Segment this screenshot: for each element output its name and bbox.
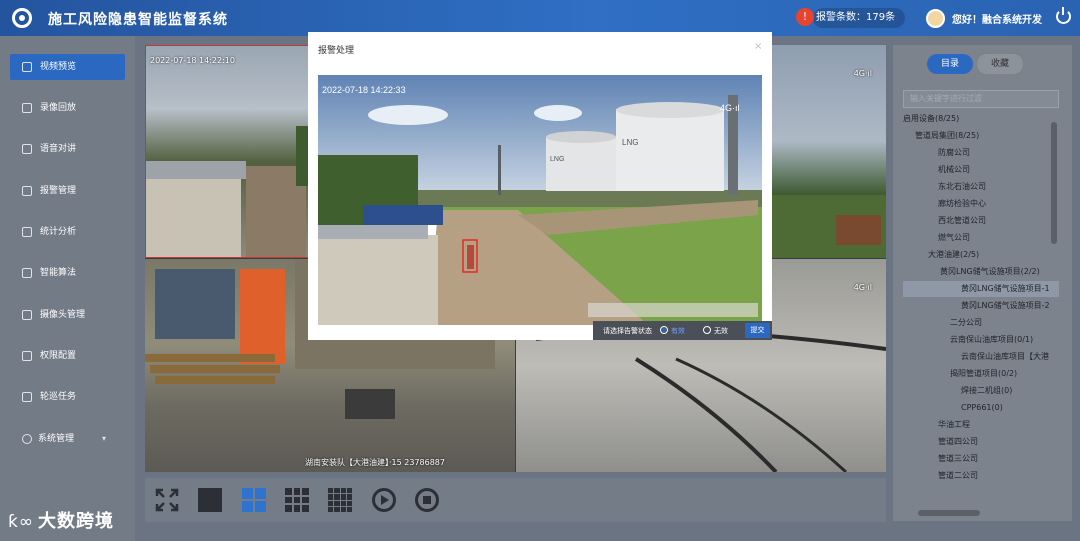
sidebar-item-statistics[interactable]: 统计分析 [10, 219, 125, 245]
sidebar-item-label: 系统管理 [38, 434, 75, 444]
tab-directory[interactable]: 目录 [927, 54, 973, 74]
sidebar-item-label: 轮巡任务 [40, 392, 77, 402]
user-avatar[interactable] [926, 9, 945, 28]
tank-label: LNG [550, 156, 564, 163]
tree-node[interactable]: 华油工程 [938, 417, 970, 433]
watermark: ƙ∞ 大数跨境 [8, 507, 114, 533]
tree-camera-node[interactable]: 黄冈LNG储气设施项目-1 [903, 281, 1059, 297]
sidebar-item-permissions[interactable]: 权限配置 [10, 343, 125, 369]
sidebar-item-label: 语音对讲 [40, 144, 77, 154]
alarm-status-bar: 请选择告警状态 有效 无效 提交 [593, 321, 772, 340]
sidebar-item-video-preview[interactable]: 视频预览 [10, 54, 125, 80]
gear-icon [22, 434, 32, 444]
status-prompt: 请选择告警状态 [603, 327, 652, 335]
sidebar-item-label: 摄像头管理 [40, 310, 86, 320]
close-icon[interactable]: × [754, 41, 762, 52]
submit-button[interactable]: 提交 [745, 323, 770, 338]
tree-node[interactable]: 启用设备(8/25) [903, 111, 959, 127]
tree-node[interactable]: CPP661(0) [961, 400, 1003, 416]
microphone-icon [22, 144, 32, 154]
radio-valid[interactable] [660, 326, 668, 334]
playback-icon [22, 103, 32, 113]
watermark-logo-icon: ƙ∞ [8, 512, 35, 532]
tree-node[interactable]: 燃气公司 [938, 230, 970, 246]
sidebar-item-camera-management[interactable]: 摄像头管理 [10, 302, 125, 328]
tree-search-input[interactable]: 输入关键字进行过滤 [903, 90, 1059, 108]
tree-node[interactable]: 黄冈LNG储气设施项目(2/2) [940, 264, 1040, 280]
tree-camera-node[interactable]: 云南保山油库项目【大港 [961, 349, 1049, 365]
snapshot-image: LNG LNG 2022-07-18 14:22:33 4G·ıl [318, 75, 762, 325]
alarm-icon [22, 186, 32, 196]
alarm-snapshot: LNG LNG 2022-07-18 14:22:33 4G·ıl [318, 75, 762, 325]
sidebar-item-label: 权限配置 [40, 351, 77, 361]
sidebar-item-intercom[interactable]: 语音对讲 [10, 136, 125, 162]
layout-1x1-button[interactable] [198, 488, 222, 512]
patrol-icon [22, 392, 32, 402]
radio-invalid-label[interactable]: 无效 [714, 326, 728, 336]
tree-node[interactable]: 大港油建(2/5) [928, 247, 979, 263]
tree-scrollbar-horizontal[interactable] [918, 510, 980, 516]
sidebar-item-label: 录像回放 [40, 103, 77, 113]
stop-all-icon[interactable] [415, 488, 439, 512]
tank-label: LNG [622, 138, 638, 147]
tree-node[interactable]: 揭阳管道项目(0/2) [950, 366, 1017, 382]
tree-node[interactable]: 二分公司 [950, 315, 982, 331]
tree-node[interactable]: 廊坊检验中心 [938, 196, 986, 212]
sidebar-item-playback[interactable]: 录像回放 [10, 95, 125, 121]
user-icon [22, 351, 32, 361]
tree-node[interactable]: 管道局集团(8/25) [915, 128, 979, 144]
device-tree-panel: 目录 收藏 输入关键字进行过滤 启用设备(8/25) 管道局集团(8/25) 防… [893, 45, 1072, 521]
camera-icon [22, 310, 32, 320]
alarm-handling-dialog: 报警处理 × LNG LNG 2022-07-18 14:22:33 4G·ıl [308, 32, 772, 340]
tree-node[interactable]: 管道三公司 [938, 451, 978, 467]
app-header: 施工风险隐患智能监督系统 ! 报警条数：179条 您好！融合系统开发 [0, 0, 1080, 36]
tree-node[interactable]: 管道二公司 [938, 468, 978, 484]
app-logo-icon [12, 8, 32, 28]
tree-node[interactable]: 管道四公司 [938, 434, 978, 450]
video-timestamp: 2022-07-18 14:22:10 [150, 56, 235, 65]
tree-node[interactable]: 东北石油公司 [938, 179, 986, 195]
layout-controls [145, 478, 886, 522]
sidebar-item-algorithm[interactable]: 智能算法 [10, 260, 125, 286]
tree-scrollbar-vertical[interactable] [1051, 122, 1057, 244]
power-icon[interactable] [1056, 7, 1071, 24]
video-signal: 4G·ıl [853, 283, 872, 292]
alarm-count-label[interactable]: 报警条数：179条 [816, 9, 905, 27]
watermark-text: 大数跨境 [38, 511, 115, 532]
layout-2x2-button[interactable] [242, 488, 266, 512]
sidebar-item-alarm-management[interactable]: 报警管理 [10, 178, 125, 204]
tree-node[interactable]: 防腐公司 [938, 145, 970, 161]
tab-favorites[interactable]: 收藏 [977, 54, 1023, 74]
sidebar-item-patrol-tasks[interactable]: 轮巡任务 [10, 384, 125, 410]
dialog-title: 报警处理 [318, 46, 355, 56]
sidebar: 视频预览 录像回放 语音对讲 报警管理 统计分析 智能算法 摄像头管理 权限配置… [0, 36, 135, 541]
radio-invalid[interactable] [703, 326, 711, 334]
alarm-bell-icon[interactable]: ! [796, 8, 814, 26]
sidebar-item-label: 统计分析 [40, 227, 77, 237]
layout-4x4-button[interactable] [328, 488, 352, 512]
sidebar-item-system-management[interactable]: 系统管理 ▾ [10, 426, 125, 452]
video-osd-label: 湖南安装队【大港油建】·15 23786887 [305, 458, 445, 467]
video-icon [22, 62, 32, 72]
tree-node[interactable]: 机械公司 [938, 162, 970, 178]
snapshot-signal: 4G·ıl [720, 103, 740, 113]
user-greeting[interactable]: 您好！融合系统开发 [952, 11, 1042, 26]
tree-node[interactable]: 云南保山油库项目(0/1) [950, 332, 1033, 348]
snapshot-timestamp: 2022-07-18 14:22:33 [322, 85, 406, 95]
tree-node[interactable]: 焊接二机组(0) [961, 383, 1012, 399]
chevron-down-icon: ▾ [102, 434, 107, 443]
layout-3x3-button[interactable] [285, 488, 309, 512]
chart-icon [22, 227, 32, 237]
algorithm-icon [22, 268, 32, 278]
play-icon[interactable] [372, 488, 396, 512]
app-title: 施工风险隐患智能监督系统 [48, 12, 228, 28]
radio-valid-label[interactable]: 有效 [671, 326, 685, 336]
tree-node[interactable]: 西北管道公司 [938, 213, 986, 229]
sidebar-item-label: 视频预览 [40, 62, 77, 72]
video-signal: 4G·ıl [853, 69, 872, 78]
sidebar-item-label: 报警管理 [40, 186, 77, 196]
fullscreen-icon[interactable] [155, 488, 179, 512]
tree-camera-node[interactable]: 黄冈LNG储气设施项目-2 [961, 298, 1050, 314]
sidebar-item-label: 智能算法 [40, 268, 77, 278]
